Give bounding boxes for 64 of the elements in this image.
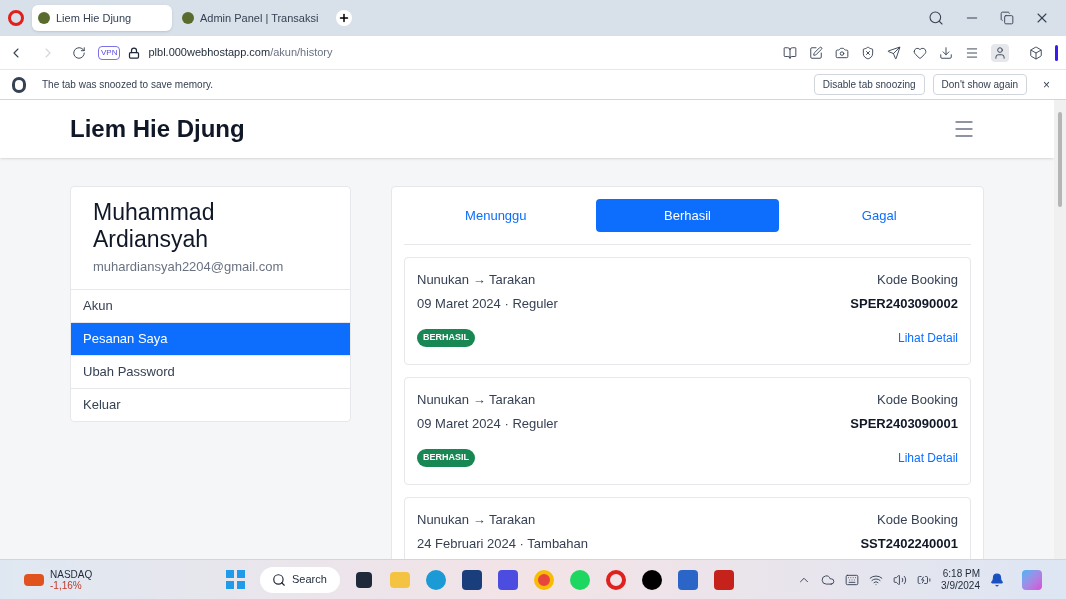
browser-tab[interactable]: Liem Hie Djung <box>32 5 172 31</box>
heart-icon[interactable] <box>913 45 927 60</box>
snooze-message: The tab was snoozed to save memory. <box>42 78 213 92</box>
date-type-text: 24 Februari 2024 · Tambahan <box>417 534 589 553</box>
reload-icon[interactable] <box>72 45 86 60</box>
route-text: Nunukan → Tarakan <box>417 271 537 289</box>
browser-tab[interactable]: Admin Panel | Transaksi <box>176 5 316 31</box>
detail-link[interactable]: Lihat Detail <box>897 329 958 347</box>
booking-code: SPER2403090001 <box>850 414 958 433</box>
date-type-text: 09 Maret 2024 · Reguler <box>417 414 558 433</box>
status-badge: BERHASIL <box>417 329 475 347</box>
info-bar-button[interactable]: Disable tab snoozing <box>813 74 925 95</box>
booking-code-label: Kode Booking <box>877 391 958 409</box>
start-icon[interactable] <box>224 567 248 592</box>
profile-name: Muhammad Ardiansyah <box>93 199 216 253</box>
wifi-icon[interactable] <box>869 572 884 587</box>
volume-icon[interactable] <box>893 572 908 587</box>
status-tab[interactable]: Berhasil <box>595 199 780 232</box>
cloud-icon[interactable] <box>821 572 836 587</box>
booking-code: SST2402240001 <box>860 534 958 553</box>
booking-code-label: Kode Booking <box>877 271 958 289</box>
sidebar-item[interactable]: Akun <box>71 288 350 322</box>
sidebar-item[interactable]: Pesanan Saya <box>71 321 350 355</box>
edit-icon[interactable] <box>809 45 823 60</box>
url-field[interactable]: plbl.000webhostapp.com/akun/history <box>148 44 333 61</box>
vpn-badge[interactable]: VPN <box>98 45 121 60</box>
booking-code-label: Kode Booking <box>877 511 958 529</box>
lock-icon <box>128 46 141 59</box>
bell-icon[interactable] <box>990 572 1004 587</box>
camera-icon[interactable] <box>835 45 849 60</box>
date-type-text: 09 Maret 2024 · Reguler <box>417 294 558 313</box>
keyboard-icon[interactable] <box>845 572 860 587</box>
new-tab-icon[interactable] <box>336 10 352 26</box>
info-bar-button[interactable]: Don't show again <box>932 74 1027 95</box>
widget-change: -1,16% <box>50 579 82 591</box>
send-icon[interactable] <box>887 45 901 60</box>
status-tab[interactable]: Gagal <box>787 199 971 232</box>
download-icon[interactable] <box>939 45 953 60</box>
menu-icon[interactable] <box>965 45 979 60</box>
search-icon <box>272 572 286 587</box>
booking-code: SPER2403090002 <box>850 294 958 313</box>
status-tab[interactable]: Menunggu <box>404 199 588 232</box>
restore-icon[interactable] <box>1000 11 1014 25</box>
site-favicon-icon <box>38 12 50 24</box>
route-text: Nunukan → Tarakan <box>417 511 537 529</box>
clock[interactable]: 6:18 PM 3/9/2024 <box>941 567 980 592</box>
status-badge: BERHASIL <box>417 449 475 467</box>
sidebar-item[interactable]: Keluar <box>71 387 350 421</box>
route-text: Nunukan → Tarakan <box>417 391 537 409</box>
taskbar-search[interactable]: Search <box>260 566 340 593</box>
scrollbar[interactable] <box>1054 100 1066 559</box>
cube-icon[interactable] <box>1029 45 1043 60</box>
widget-name[interactable]: NASDAQ <box>50 568 93 580</box>
profile-icon[interactable] <box>993 45 1007 60</box>
profile-email: muhardiansyah2204@gmail.com <box>93 258 285 276</box>
sidebar-item[interactable]: Ubah Password <box>71 354 350 388</box>
shield-icon[interactable] <box>861 45 875 60</box>
detail-link[interactable]: Lihat Detail <box>897 449 958 467</box>
site-favicon-icon <box>182 12 194 24</box>
site-brand[interactable]: Liem Hie Djung <box>70 111 245 147</box>
search-icon[interactable] <box>928 10 944 26</box>
close-button[interactable]: × <box>1043 75 1050 94</box>
sidebar-indicator-icon <box>1055 44 1058 61</box>
reader-icon[interactable] <box>783 45 797 60</box>
